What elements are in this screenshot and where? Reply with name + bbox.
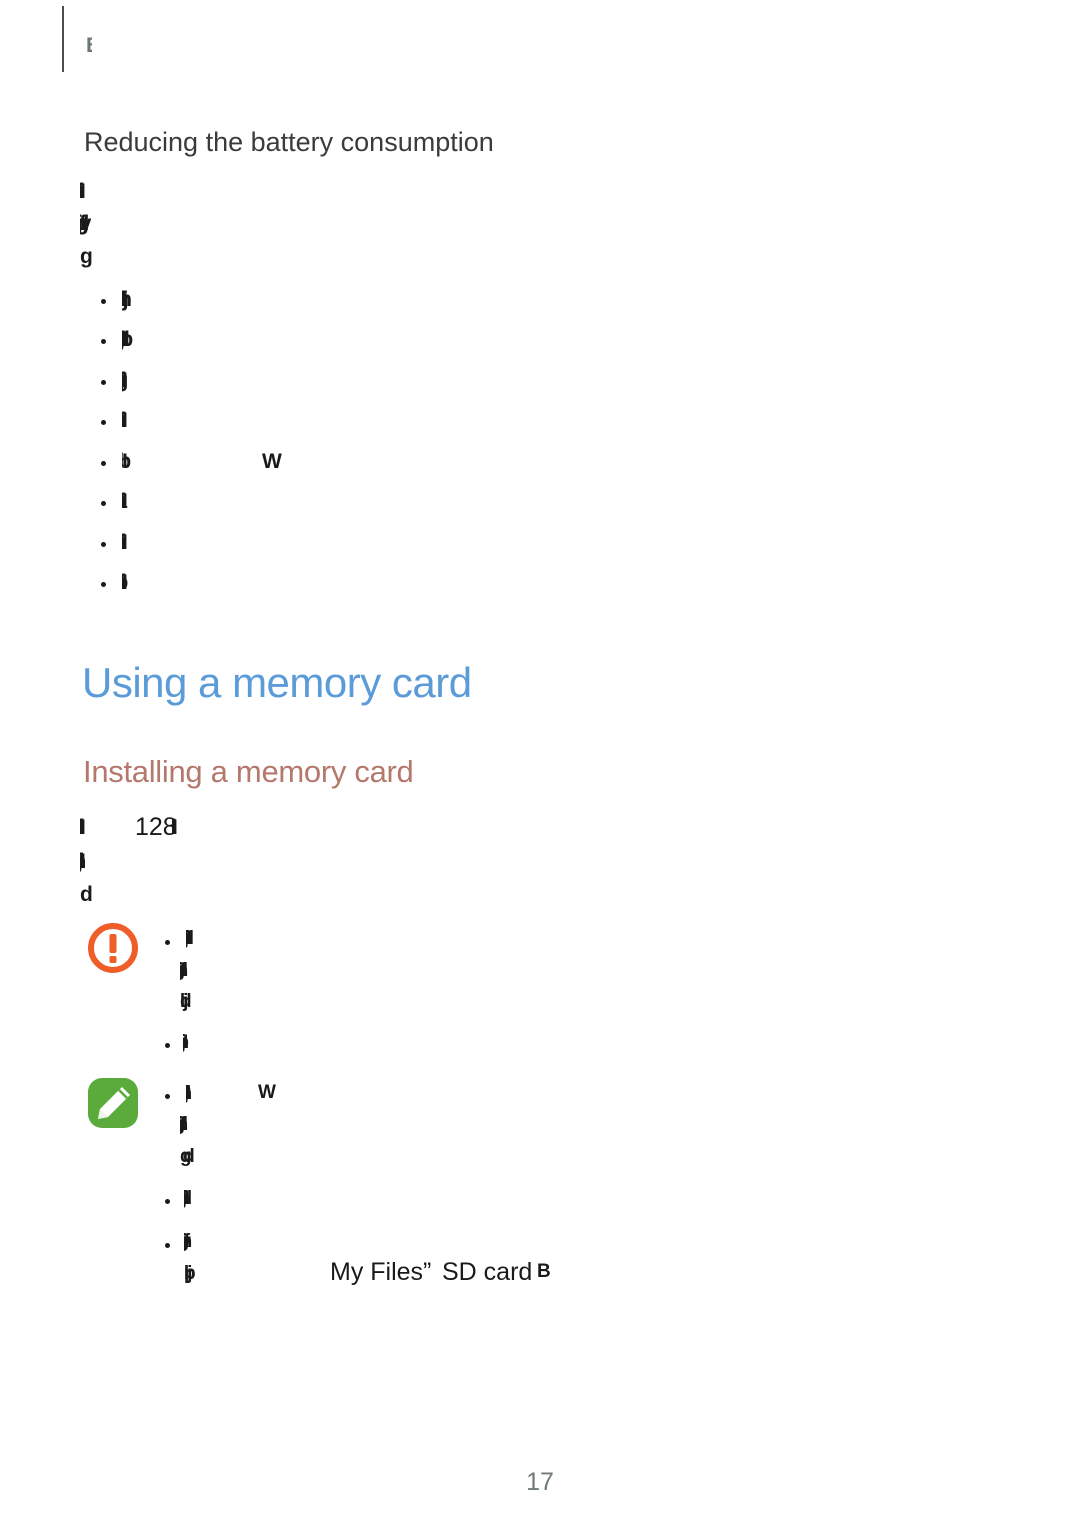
list-item: Ifjha bbox=[122, 490, 158, 514]
list-item: Ib bbox=[122, 450, 144, 474]
battery-intro-line-2: Ijhgfjhdy bbox=[80, 212, 92, 235]
note-item-2: Ifjghjkd bbox=[184, 1188, 256, 1210]
list-bullet bbox=[165, 1043, 170, 1048]
note-item-fragment: W bbox=[258, 1082, 276, 1103]
list-bullet bbox=[165, 940, 170, 945]
list-bullet bbox=[101, 299, 106, 304]
battery-intro-line-1: Ifjhjkjd bbox=[80, 180, 190, 204]
sd-card-label: SD card bbox=[442, 1258, 533, 1286]
memory-capacity-value: 128 bbox=[135, 813, 177, 841]
memory-intro-line-1a: Ifjhjkd bbox=[80, 816, 138, 840]
warning-item-line-1: Ifjghjkjhd bbox=[186, 928, 262, 950]
list-bullet bbox=[165, 1094, 170, 1099]
note-icon bbox=[86, 1076, 140, 1130]
list-item: Ifghjn bbox=[122, 288, 132, 311]
list-item: Ijfghjkjhdb bbox=[122, 328, 133, 351]
header-rule bbox=[62, 6, 64, 72]
note-item-line-2: Ijghfjkjhd bbox=[180, 1114, 272, 1136]
list-bullet bbox=[101, 339, 106, 344]
list-bullet bbox=[101, 582, 106, 587]
list-item: Ifjhb bbox=[122, 571, 158, 595]
list-bullet bbox=[101, 420, 106, 425]
note-item-line-1: Ifjghjkjd bbox=[186, 1083, 264, 1105]
list-bullet bbox=[165, 1199, 170, 1204]
sub-heading: Installing a memory card bbox=[83, 754, 414, 789]
memory-intro-line-3: d bbox=[80, 883, 93, 906]
battery-intro-line-3: g bbox=[80, 245, 93, 268]
memory-intro-line-2: Ijfghjkjd bbox=[80, 850, 168, 874]
chapter-heading: Using a memory card bbox=[82, 659, 472, 706]
warning-item-line-2: Ijghfjkjhd bbox=[180, 960, 274, 982]
my-files-label: My Files” bbox=[330, 1258, 432, 1286]
list-item: Ifjh bbox=[122, 409, 158, 433]
note-item-line-3: gd bbox=[180, 1146, 195, 1167]
list-bullet bbox=[101, 461, 106, 466]
list-bullet bbox=[101, 501, 106, 506]
list-bullet bbox=[101, 542, 106, 547]
list-bullet bbox=[101, 380, 106, 385]
list-item: Ifjhgjn bbox=[122, 369, 180, 393]
list-item-fragment: W bbox=[262, 450, 282, 473]
memory-intro-line-1b: Ifjb bbox=[172, 816, 198, 840]
sd-card-suffix: B bbox=[537, 1261, 551, 1282]
page-number: 17 bbox=[526, 1468, 554, 1496]
note-item-3-line-1: Ijghfjkjhy bbox=[184, 1231, 262, 1253]
list-item: Ifjhjn bbox=[122, 531, 164, 555]
warning-icon bbox=[86, 921, 140, 975]
page-title-battery: Reducing the battery consumption bbox=[84, 127, 494, 157]
document-page: B Reducing the battery consumption Ifjhj… bbox=[0, 0, 1080, 1527]
note-item-3-line-2: pjb bbox=[184, 1263, 196, 1284]
warning-item-line-3: djl bbox=[180, 991, 202, 1013]
warning-item-2: Ijfghjb bbox=[183, 1032, 235, 1054]
running-head: B bbox=[86, 34, 93, 57]
list-bullet bbox=[165, 1243, 170, 1248]
